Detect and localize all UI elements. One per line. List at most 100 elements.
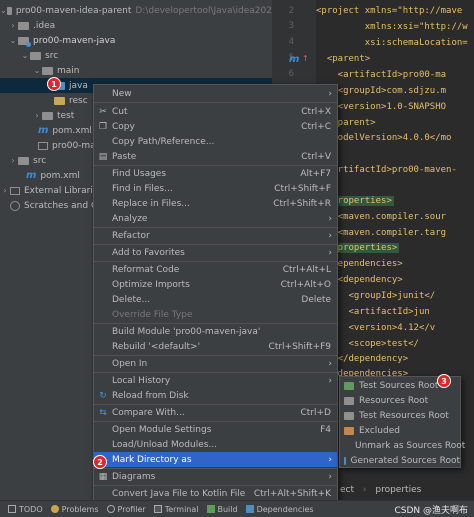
submenu-label: Unmark as Sources Root: [355, 440, 466, 451]
chevron-down-icon[interactable]: ⌄: [32, 66, 42, 75]
code-line: xmlns:xsi="http://w: [316, 22, 468, 32]
submenu-item-resources-root[interactable]: Resources Root: [340, 393, 460, 408]
menu-item-paste[interactable]: ▤ Paste Ctrl+V: [94, 149, 337, 164]
tree-label: pro00-maven-java: [33, 35, 116, 46]
menu-item-add-to-favorites[interactable]: Add to Favorites ›: [94, 245, 337, 260]
menu-label: Delete...: [112, 294, 151, 305]
menu-item-open-in[interactable]: Open In ›: [94, 356, 337, 371]
folder-icon: [42, 111, 53, 120]
menu-label: Reload from Disk: [112, 390, 189, 401]
folder-icon: [42, 66, 53, 75]
dependencies-tab[interactable]: Dependencies: [245, 505, 314, 514]
menu-item-analyze[interactable]: Analyze ›: [94, 211, 337, 226]
tree-label: External Librarie: [24, 185, 99, 196]
folder-icon: [30, 51, 41, 60]
warning-icon: [50, 505, 59, 513]
menu-label: Open Module Settings: [112, 424, 212, 435]
tab-label: Build: [217, 504, 238, 514]
chevron-right-icon[interactable]: ›: [8, 21, 18, 30]
tree-item-module[interactable]: ⌄ pro00-maven-java: [0, 33, 272, 48]
menu-label: Open In: [112, 358, 148, 369]
terminal-icon: [153, 505, 162, 513]
menu-label: Add to Favorites: [112, 247, 185, 258]
menu-item-reload-from-disk[interactable]: ↻ Reload from Disk: [94, 388, 337, 403]
menu-item-optimize-imports[interactable]: Optimize Imports Ctrl+Alt+O: [94, 277, 337, 292]
menu-item-load-unload-modules[interactable]: Load/Unload Modules...: [94, 437, 337, 452]
menu-shortcut: F4: [320, 424, 331, 435]
terminal-tab[interactable]: Terminal: [153, 505, 199, 514]
menu-item-copy-path[interactable]: Copy Path/Reference...: [94, 134, 337, 149]
tree-item-root[interactable]: ⌄ pro00-maven-idea-parent D:\developerto…: [0, 3, 272, 18]
compare-icon: ⇆: [99, 407, 107, 418]
maven-icon: m: [38, 125, 49, 136]
menu-item-diagrams[interactable]: ▦ Diagrams ›: [94, 469, 337, 484]
iml-file-icon: [38, 141, 48, 150]
problems-tab[interactable]: Problems: [50, 505, 99, 514]
menu-item-find-in-files[interactable]: Find in Files... Ctrl+Shift+F: [94, 181, 337, 196]
resources-folder-icon: [344, 396, 354, 405]
breadcrumb-item[interactable]: ect: [340, 485, 354, 495]
annotation-badge-3: 3: [437, 374, 451, 388]
menu-item-local-history[interactable]: Local History ›: [94, 373, 337, 388]
submenu-item-generated-sources-root[interactable]: Generated Sources Root: [340, 453, 460, 468]
line-number: 4: [288, 37, 294, 47]
menu-shortcut: Alt+F7: [300, 168, 331, 179]
menu-label: Copy: [112, 121, 135, 132]
menu-item-convert-to-kotlin[interactable]: Convert Java File to Kotlin File Ctrl+Alt…: [94, 486, 337, 501]
chevron-down-icon[interactable]: ⌄: [8, 36, 18, 45]
submenu-item-test-resources-root[interactable]: Test Resources Root: [340, 408, 460, 423]
test-sources-folder-icon: [344, 381, 354, 390]
chevron-right-icon[interactable]: ›: [8, 156, 18, 165]
menu-item-reformat-code[interactable]: Reformat Code Ctrl+Alt+L: [94, 262, 337, 277]
menu-item-refactor[interactable]: Refactor ›: [94, 228, 337, 243]
mark-directory-submenu[interactable]: Test Sources Root Resources Root Test Re…: [339, 376, 465, 468]
submenu-label: Generated Sources Root: [350, 455, 460, 466]
breadcrumb-item[interactable]: properties: [375, 485, 421, 495]
module-folder-icon: [18, 36, 31, 47]
chevron-right-icon: ›: [328, 247, 332, 258]
menu-item-compare-with[interactable]: ⇆ Compare With... Ctrl+D: [94, 405, 337, 420]
chevron-right-icon: ›: [328, 88, 332, 99]
menu-shortcut: Ctrl+Alt+Shift+K: [253, 488, 331, 499]
menu-item-rebuild[interactable]: Rebuild '<default>' Ctrl+Shift+F9: [94, 339, 337, 354]
menu-item-copy[interactable]: ❐ Copy Ctrl+C: [94, 119, 337, 134]
profiler-tab[interactable]: Profiler: [106, 505, 146, 514]
submenu-label: Test Resources Root: [359, 410, 449, 421]
chevron-right-icon: ›: [328, 230, 332, 241]
build-tab[interactable]: Build: [206, 504, 238, 514]
navigate-up-icon[interactable]: ↑: [302, 54, 309, 63]
menu-item-build-module[interactable]: Build Module 'pro00-maven-java': [94, 324, 337, 339]
submenu-label: Excluded: [359, 425, 400, 436]
menu-item-cut[interactable]: ✂ Cut Ctrl+X: [94, 104, 337, 119]
reload-icon: ↻: [99, 390, 107, 401]
menu-item-delete[interactable]: Delete... Delete: [94, 292, 337, 307]
tree-label: main: [57, 65, 80, 76]
menu-shortcut: Ctrl+Alt+O: [280, 279, 331, 290]
menu-label: Optimize Imports: [112, 279, 190, 290]
excluded-folder-icon: [344, 426, 354, 435]
paste-icon: ▤: [98, 151, 108, 162]
menu-item-find-usages[interactable]: Find Usages Alt+F7: [94, 166, 337, 181]
chevron-down-icon[interactable]: ⌄: [0, 6, 7, 15]
breadcrumb[interactable]: ect › properties: [340, 485, 421, 495]
menu-item-mark-directory-as[interactable]: Mark Directory as ›: [94, 452, 337, 467]
tree-item-idea[interactable]: › .idea: [0, 18, 272, 33]
menu-item-replace-in-files[interactable]: Replace in Files... Ctrl+Shift+R: [94, 196, 337, 211]
context-menu[interactable]: New › ✂ Cut Ctrl+X ❐ Copy Ctrl+C Copy Path/Re…: [93, 84, 338, 504]
chevron-right-icon[interactable]: ›: [32, 111, 42, 120]
chevron-right-icon[interactable]: ›: [0, 186, 10, 195]
chevron-down-icon[interactable]: ⌄: [20, 51, 30, 60]
breadcrumb-separator: ›: [362, 485, 367, 495]
maven-gutter-icon[interactable]: m: [289, 54, 299, 65]
tree-item-src[interactable]: ⌄ src: [0, 48, 272, 63]
menu-label: Find Usages: [112, 168, 167, 179]
submenu-item-excluded[interactable]: Excluded: [340, 423, 460, 438]
menu-item-override-file-type: Override File Type: [94, 307, 337, 322]
tree-item-main[interactable]: ⌄ main: [0, 63, 272, 78]
menu-item-new[interactable]: New ›: [94, 86, 337, 101]
todo-tab[interactable]: TODO: [8, 505, 43, 514]
watermark: CSDN @渔夫啊布: [394, 506, 468, 516]
menu-item-open-module-settings[interactable]: Open Module Settings F4: [94, 422, 337, 437]
submenu-item-unmark[interactable]: Unmark as Sources Root: [340, 438, 465, 453]
menu-label: Load/Unload Modules...: [112, 439, 218, 450]
